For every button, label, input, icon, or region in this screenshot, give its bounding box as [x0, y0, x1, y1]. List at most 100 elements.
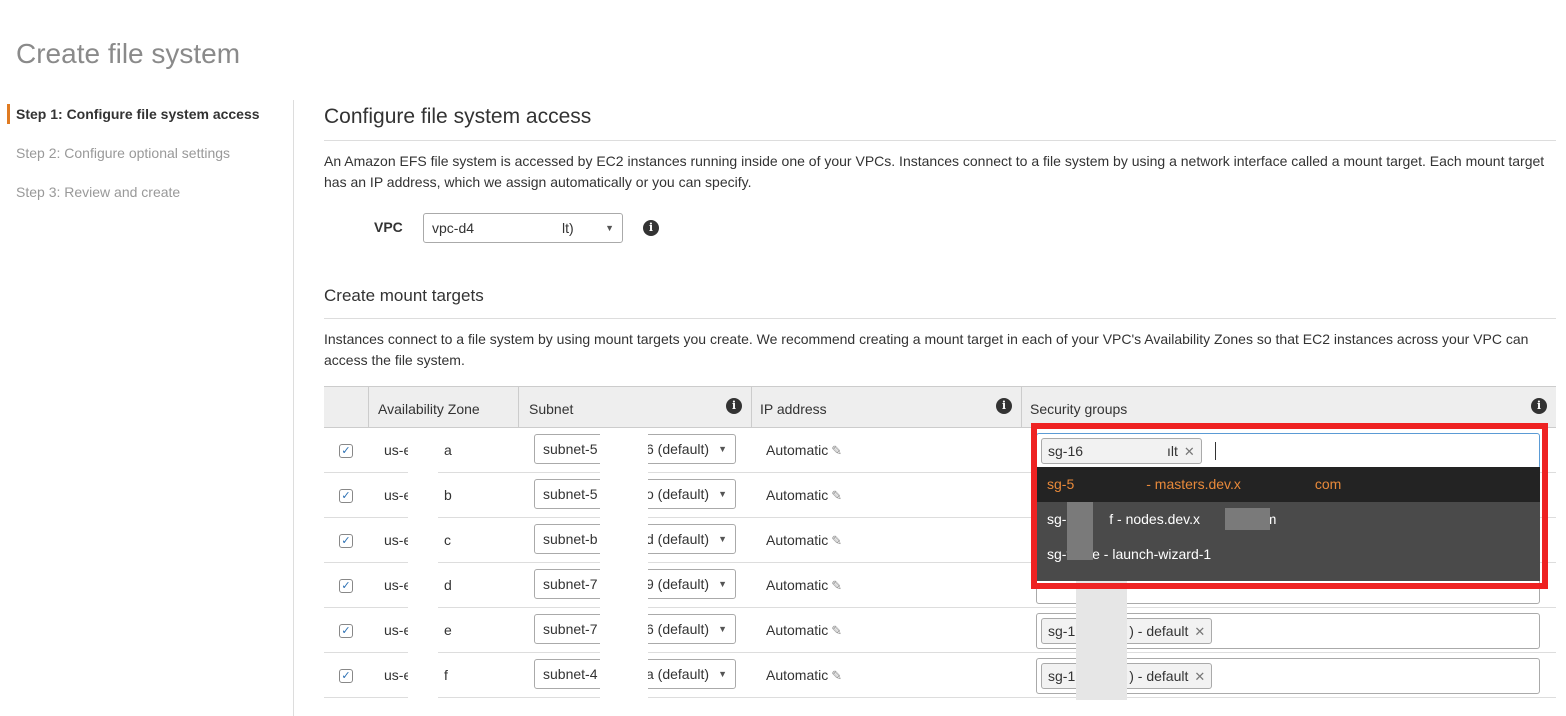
subnet-value-end: o (default): [646, 486, 710, 502]
option-name: e - launch-wizard-1: [1092, 546, 1212, 562]
redaction-bar: [408, 430, 438, 700]
ip-value: Automatic: [766, 532, 829, 548]
ip-value: Automatic: [766, 487, 829, 503]
ip-cell[interactable]: Automatic ✎: [766, 532, 842, 549]
az-suffix: b: [444, 487, 452, 503]
info-icon[interactable]: i: [996, 398, 1012, 414]
az-column-header: Availability Zone: [378, 401, 480, 417]
redaction-bar: [600, 430, 648, 700]
close-icon[interactable]: ✕: [1194, 624, 1205, 639]
option-suffix: com: [1314, 476, 1342, 492]
check-icon[interactable]: ✓: [339, 669, 353, 683]
step-3-link[interactable]: Step 3: Review and create: [16, 184, 180, 200]
close-icon[interactable]: ✕: [1194, 669, 1205, 684]
chip-label-end: ) - default: [1129, 623, 1189, 639]
ip-cell[interactable]: Automatic ✎: [766, 622, 842, 639]
caret-down-icon: ▼: [605, 223, 614, 233]
subnet-value-end: 9 (default): [646, 576, 710, 592]
check-icon[interactable]: ✓: [339, 624, 353, 638]
redaction-bar: [1076, 578, 1127, 700]
ip-cell[interactable]: Automatic ✎: [766, 577, 842, 594]
caret-down-icon: ▼: [718, 579, 727, 589]
dropdown-option[interactable]: sg-f8 e - launch-wizard-1: [1037, 537, 1540, 572]
info-icon[interactable]: i: [726, 398, 742, 414]
section-title: Configure file system access: [324, 105, 592, 128]
table-header: Availability Zone Subnet i IP address i …: [324, 386, 1556, 428]
info-icon[interactable]: i: [643, 220, 659, 236]
subnet-value-end: d (default): [646, 531, 710, 547]
check-icon[interactable]: ✓: [339, 489, 353, 503]
subnet-value-end: 6 (default): [646, 621, 710, 637]
caret-down-icon: ▼: [718, 489, 727, 499]
mount-targets-title: Create mount targets: [324, 286, 484, 305]
check-icon[interactable]: ✓: [339, 444, 353, 458]
text-cursor: [1215, 442, 1216, 460]
table-row: ✓ us-e e subnet-7 6 (default) ▼ Automati…: [324, 608, 1556, 653]
mount-targets-description: Instances connect to a file system by us…: [324, 331, 1529, 368]
check-icon[interactable]: ✓: [339, 579, 353, 593]
caret-down-icon: ▼: [718, 444, 727, 454]
subnet-value-start: subnet-7: [543, 576, 598, 592]
subnet-value-start: subnet-7: [543, 621, 598, 637]
security-groups-input[interactable]: sg-16 ılt ✕: [1036, 433, 1540, 469]
vpc-label: VPC: [374, 219, 403, 235]
step-nav: Step 1: Configure file system access Ste…: [0, 100, 294, 716]
option-id: sg-5: [1047, 476, 1075, 492]
caret-down-icon: ▼: [718, 624, 727, 634]
az-suffix: a: [444, 442, 452, 458]
active-step-marker: [7, 104, 10, 124]
caret-down-icon: ▼: [718, 669, 727, 679]
divider: [324, 140, 1556, 141]
pencil-icon[interactable]: ✎: [831, 578, 842, 593]
redaction-bar: [474, 218, 558, 238]
step-1-link[interactable]: Step 1: Configure file system access: [16, 106, 260, 122]
caret-down-icon: ▼: [718, 534, 727, 544]
pencil-icon[interactable]: ✎: [831, 443, 842, 458]
az-suffix: d: [444, 577, 452, 593]
pencil-icon[interactable]: ✎: [831, 488, 842, 503]
chip-label: sg-1: [1048, 668, 1076, 684]
subnet-column-header: Subnet: [529, 401, 574, 417]
az-suffix: f: [444, 667, 448, 683]
subnet-value-start: subnet-5: [543, 486, 598, 502]
divider: [324, 318, 1556, 319]
vpc-value-start: vpc-d4: [432, 220, 475, 236]
ip-cell[interactable]: Automatic ✎: [766, 442, 842, 459]
check-icon[interactable]: ✓: [339, 534, 353, 548]
ip-cell[interactable]: Automatic ✎: [766, 667, 842, 684]
close-icon[interactable]: ✕: [1184, 444, 1195, 459]
dropdown-option[interactable]: sg-9f - nodes.dev.x.com: [1037, 502, 1540, 537]
pencil-icon[interactable]: ✎: [831, 533, 842, 548]
subnet-value-end: a (default): [646, 666, 710, 682]
subnet-value-start: subnet-4: [543, 666, 598, 682]
ip-column-header: IP address: [760, 401, 827, 417]
pencil-icon[interactable]: ✎: [831, 623, 842, 638]
chip-label: sg-16: [1048, 443, 1084, 459]
subnet-value-start: subnet-b: [543, 531, 598, 547]
az-suffix: e: [444, 622, 452, 638]
info-icon[interactable]: i: [1531, 398, 1547, 414]
az-suffix: c: [444, 532, 451, 548]
ip-value: Automatic: [766, 442, 829, 458]
table-row: ✓ us-e f subnet-4 a (default) ▼ Automati…: [324, 653, 1556, 698]
pencil-icon[interactable]: ✎: [831, 668, 842, 683]
ip-value: Automatic: [766, 577, 829, 593]
security-group-chip: sg-16 ılt ✕: [1041, 438, 1202, 464]
ip-cell[interactable]: Automatic ✎: [766, 487, 842, 504]
option-name: f - nodes.dev.x: [1109, 511, 1201, 527]
subnet-value-end: 6 (default): [646, 441, 710, 457]
dropdown-option[interactable]: sg-5 - masters.dev.x com: [1037, 467, 1540, 502]
chip-label-end: ) - default: [1129, 668, 1189, 684]
chip-label: sg-1: [1048, 623, 1076, 639]
ip-value: Automatic: [766, 622, 829, 638]
chip-label-end: ılt: [1167, 443, 1178, 459]
ip-value: Automatic: [766, 667, 829, 683]
page-title: Create file system: [16, 38, 241, 69]
security-group-dropdown: sg-5 - masters.dev.x com sg-9 f - nodes.dev…: [1037, 467, 1540, 581]
redaction-bar: [1225, 508, 1270, 530]
sg-column-header: Security groups: [1030, 401, 1128, 417]
section-description: An Amazon EFS file system is accessed by…: [324, 153, 1545, 190]
redaction-bar: [1067, 502, 1093, 560]
subnet-value-start: subnet-5: [543, 441, 598, 457]
step-2-link[interactable]: Step 2: Configure optional settings: [16, 145, 230, 161]
